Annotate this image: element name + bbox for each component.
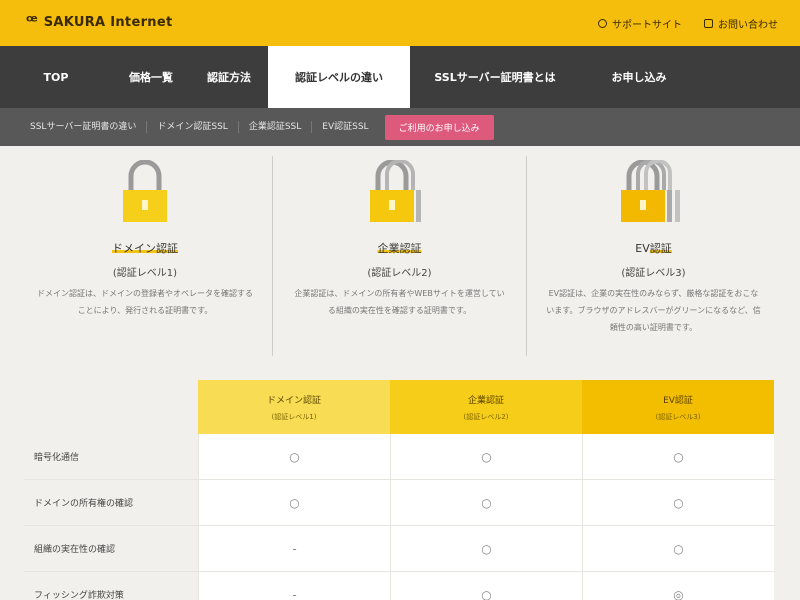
- table-cell: ○: [582, 480, 774, 525]
- level-name: EV認証: [635, 242, 672, 255]
- sub-nav: SSLサーバー証明書の違い ドメイン認証SSL 企業認証SSL EV認証SSL …: [0, 108, 800, 146]
- row-label: ドメインの所有権の確認: [24, 480, 198, 525]
- table-cell: -: [198, 572, 390, 600]
- mail-icon: [704, 19, 713, 28]
- site-logo[interactable]: ꟹ SAKURA Internet: [26, 14, 172, 31]
- level-desc: ドメイン認証は、ドメインの登録者やオペレータを確認することにより、発行される証明…: [37, 289, 253, 315]
- level-domain: ドメイン認証 (認証レベル1) ドメイン認証は、ドメインの登録者やオペレータを確…: [18, 156, 272, 356]
- subnav-item-diff[interactable]: SSLサーバー証明書の違い: [20, 121, 148, 133]
- help-icon: [598, 19, 607, 28]
- table-row: 暗号化通信 ○ ○ ○: [24, 434, 776, 480]
- logo-icon: ꟹ: [26, 12, 38, 32]
- subnav-item-domain[interactable]: ドメイン認証SSL: [147, 121, 239, 133]
- row-label: 組織の実在性の確認: [24, 526, 198, 571]
- nav-price-list[interactable]: 価格一覧: [112, 46, 190, 108]
- level-sub: (認証レベル3): [621, 268, 686, 279]
- support-site-link[interactable]: サポートサイト: [598, 16, 682, 31]
- level-organization: 企業認証 (認証レベル2) 企業認証は、ドメインの所有者やWEBサイトを運営して…: [272, 156, 526, 356]
- lock-icon-level1: [123, 160, 167, 222]
- table-row: 組織の実在性の確認 - ○ ○: [24, 526, 776, 572]
- cert-levels: ドメイン認証 (認証レベル1) ドメイン認証は、ドメインの登録者やオペレータを確…: [18, 156, 782, 356]
- support-site-label: サポートサイト: [612, 20, 682, 31]
- level-desc: EV認証は、企業の実在性のみならず、厳格な認証をおこないます。ブラウザのアドレス…: [546, 289, 761, 332]
- level-desc: 企業認証は、ドメインの所有者やWEBサイトを運営している組織の実在性を確認する証…: [294, 289, 505, 315]
- level-ev: EV認証 (認証レベル3) EV認証は、企業の実在性のみならず、厳格な認証をおこ…: [526, 156, 780, 356]
- table-cell: ○: [198, 434, 390, 479]
- comparison-table: ドメイン認証 (認証レベル1) 企業認証 (認証レベル2) EV認証 (認証レベ…: [24, 380, 776, 600]
- table-cell: ○: [582, 526, 774, 571]
- apply-button[interactable]: ご利用のお申し込み: [384, 114, 494, 140]
- header-title: EV認証: [663, 395, 693, 406]
- level-sub: (認証レベル2): [367, 268, 432, 279]
- nav-auth-level[interactable]: 認証レベルの違い: [268, 46, 410, 108]
- table-cell: -: [198, 526, 390, 571]
- header-spacer: [24, 380, 198, 434]
- table-row: ドメインの所有権の確認 ○ ○ ○: [24, 480, 776, 526]
- contact-label: お問い合わせ: [718, 20, 778, 31]
- header-title: ドメイン認証: [266, 395, 321, 406]
- logo-text: SAKURA Internet: [43, 15, 173, 30]
- header-title: 企業認証: [467, 395, 504, 406]
- header-organization: 企業認証 (認証レベル2): [390, 380, 582, 434]
- table-cell: ◎: [582, 572, 774, 600]
- header-sub: (認証レベル3): [655, 412, 701, 421]
- contact-link[interactable]: お問い合わせ: [704, 16, 778, 31]
- table-cell: ○: [390, 526, 582, 571]
- subnav-item-ev[interactable]: EV認証SSL: [312, 121, 378, 133]
- row-label: 暗号化通信: [24, 434, 198, 479]
- header-sub: (認証レベル1): [271, 412, 317, 421]
- table-cell: ○: [390, 480, 582, 525]
- level-name: ドメイン認証: [112, 242, 178, 255]
- nav-apply[interactable]: お申し込み: [580, 46, 698, 108]
- lock-icon-level2: [369, 160, 421, 222]
- nav-top[interactable]: TOP: [0, 46, 112, 108]
- main-nav: TOP 価格一覧 認証方法 認証レベルの違い SSLサーバー証明書とは お申し込…: [0, 46, 800, 108]
- row-label: フィッシング詐欺対策: [24, 572, 198, 600]
- nav-auth-method[interactable]: 認証方法: [190, 46, 268, 108]
- header-ev: EV認証 (認証レベル3): [582, 380, 774, 434]
- level-name: 企業認証: [377, 242, 422, 255]
- top-header: ꟹ SAKURA Internet サポートサイト お問い合わせ: [0, 0, 800, 46]
- table-cell: ○: [390, 434, 582, 479]
- header-domain: ドメイン認証 (認証レベル1): [198, 380, 390, 434]
- table-cell: ○: [390, 572, 582, 600]
- nav-ssl-about[interactable]: SSLサーバー証明書とは: [410, 46, 580, 108]
- header-sub: (認証レベル2): [463, 412, 509, 421]
- level-sub: (認証レベル1): [112, 268, 178, 279]
- table-header: ドメイン認証 (認証レベル1) 企業認証 (認証レベル2) EV認証 (認証レベ…: [24, 380, 776, 434]
- lock-icon-level3: [620, 160, 680, 222]
- table-cell: ○: [582, 434, 774, 479]
- table-cell: ○: [198, 480, 390, 525]
- table-row: フィッシング詐欺対策 - ○ ◎: [24, 572, 776, 600]
- header-links: サポートサイト お問い合わせ: [598, 16, 778, 31]
- subnav-item-org[interactable]: 企業認証SSL: [239, 121, 313, 133]
